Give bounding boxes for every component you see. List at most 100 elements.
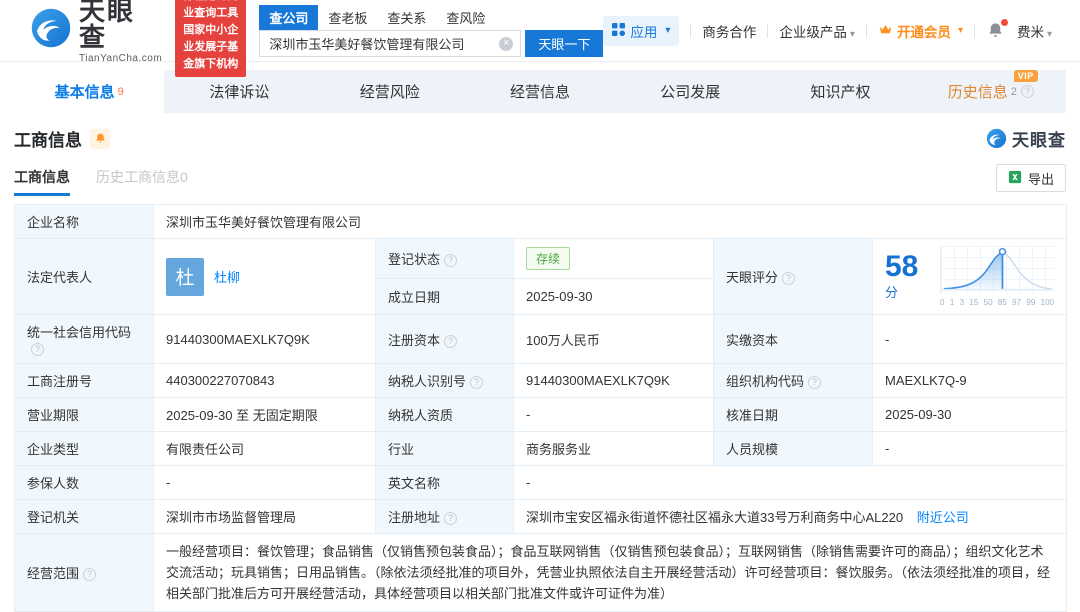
english-name-value: - (512, 465, 1068, 501)
taxpayer-id-value: 91440300MAEXLK7Q9K (513, 363, 714, 399)
nav-divider (690, 23, 692, 38)
user-menu[interactable]: 费米 (1017, 21, 1052, 41)
export-button[interactable]: 导出 (995, 164, 1066, 192)
insured-count-value: - (153, 465, 376, 501)
legal-rep-cell: 杜 杜柳 (153, 238, 376, 315)
paid-capital-label: 实缴资本 (713, 313, 873, 365)
establish-date-label: 成立日期 (375, 278, 514, 315)
table-row: 法定代表人 杜 杜柳 登记状态 存续 天眼评分 58 分 (14, 237, 1068, 315)
top-header: 天眼查 TianYanCha.com 都在用的商业查询工具 国家中小企业发展子基… (0, 0, 1080, 78)
open-vip-menu[interactable]: 开通会员 (878, 21, 963, 41)
establish-date-value: 2025-09-30 (513, 278, 714, 315)
tab-history-info[interactable]: 历史信息 VIP 2 (916, 70, 1066, 113)
clear-search-icon[interactable] (499, 36, 514, 51)
company-type-label: 企业类型 (14, 431, 154, 467)
tab-legal-litigation[interactable]: 法律诉讼 (164, 70, 314, 113)
crown-icon (878, 22, 893, 40)
legal-rep-link[interactable]: 杜柳 (214, 267, 240, 286)
help-icon[interactable] (31, 343, 44, 357)
subtab-history-registration[interactable]: 历史工商信息0 (96, 167, 188, 196)
reg-authority-label: 登记机关 (14, 499, 154, 535)
business-term-label: 营业期限 (14, 397, 154, 433)
notification-bell-icon[interactable] (986, 18, 1008, 41)
status-badge: 存续 (526, 247, 571, 271)
company-name-value: 深圳市玉华美好餐饮管理有限公司 (152, 204, 1068, 239)
search-tab-boss[interactable]: 查老板 (318, 5, 377, 30)
table-row: 企业名称 深圳市玉华美好餐饮管理有限公司 (14, 204, 1068, 239)
search-button[interactable]: 天眼一下 (525, 29, 604, 57)
table-row: 工商注册号 440300227070843 纳税人识别号 91440300MAE… (14, 363, 1068, 399)
company-type-value: 有限责任公司 (153, 431, 376, 467)
tab-basic-info[interactable]: 基本信息 9 (14, 70, 165, 113)
help-icon[interactable] (444, 512, 458, 526)
nearby-companies-link[interactable]: 附近公司 (917, 510, 969, 525)
apps-grid-icon (612, 22, 626, 39)
tab-business-info[interactable]: 经营信息 (465, 70, 615, 113)
english-name-label: 英文名称 (375, 465, 514, 501)
help-icon[interactable] (1020, 85, 1034, 98)
company-tab-bar: 基本信息 9 法律诉讼 经营风险 经营信息 公司发展 知识产权 历史信息 VIP … (14, 70, 1066, 113)
business-scope-label: 经营范围 (14, 533, 154, 612)
reg-status-value: 存续 (513, 237, 714, 280)
credit-code-label: 统一社会信用代码 (14, 313, 154, 365)
logo-text: 天眼查 (79, 0, 136, 52)
taxpayer-quality-label: 纳税人资质 (375, 397, 514, 433)
reg-address-value: 深圳市宝安区福永街道怀德社区福永大道33号万利商务中心AL220 (526, 510, 904, 526)
staff-size-label: 人员规模 (713, 431, 873, 467)
tab-count: 9 (117, 85, 124, 98)
industry-label: 行业 (375, 431, 514, 467)
reg-capital-label: 注册资本 (375, 313, 514, 365)
legal-rep-avatar[interactable]: 杜 (166, 257, 204, 296)
username: 费米 (1016, 24, 1044, 40)
org-code-label: 组织机构代码 (713, 363, 873, 399)
business-scope-value: 一般经营项目：餐饮管理；食品销售（仅销售预包装食品）；食品互联网销售（仅销售预包… (152, 533, 1068, 612)
logo-domain: TianYanCha.com (79, 52, 163, 64)
tianyancha-logo-icon (30, 7, 72, 54)
staff-size-value: - (871, 431, 1068, 467)
help-icon[interactable] (782, 272, 796, 286)
help-icon[interactable] (808, 376, 822, 390)
help-icon[interactable] (83, 568, 97, 582)
taxpayer-id-label: 纳税人识别号 (375, 363, 514, 399)
help-icon[interactable] (444, 254, 458, 268)
score-unit: 分 (885, 285, 899, 300)
tab-operating-risk[interactable]: 经营风险 (315, 70, 465, 113)
tab-company-development[interactable]: 公司发展 (615, 70, 765, 113)
vip-label: 开通会员 (896, 24, 951, 40)
company-name-label: 企业名称 (14, 204, 154, 239)
search-tab-company[interactable]: 查公司 (259, 4, 319, 30)
table-row: 统一社会信用代码 91440300MAEXLK7Q9K 注册资本 100万人民币… (14, 313, 1068, 365)
score-value: 58 (885, 250, 919, 283)
table-row: 经营范围 一般经营项目：餐饮管理；食品销售（仅销售预包装食品）；食品互联网销售（… (14, 533, 1068, 612)
nav-business-cooperation[interactable]: 商务合作 (702, 21, 756, 41)
score-axis: 01 3 15 50 85 97 99 100 (940, 298, 1055, 307)
nav-divider (767, 23, 769, 38)
basic-info-panel: 工商信息 天眼查 工商信息 历史工商信息0 导出 企业名称 深圳市玉华美好餐饮管… (14, 113, 1068, 612)
search-tab-risk[interactable]: 查风险 (436, 5, 495, 30)
industry-value: 商务服务业 (513, 431, 714, 467)
nav-divider (973, 23, 975, 38)
business-term-value: 2025-09-30 至 无固定期限 (153, 397, 376, 433)
table-row: 企业类型 有限责任公司 行业 商务服务业 人员规模 - (14, 431, 1068, 467)
help-icon[interactable] (470, 376, 484, 390)
watermark-logo: 天眼查 (986, 126, 1066, 151)
approval-date-value: 2025-09-30 (871, 397, 1068, 433)
nav-enterprise-products[interactable]: 企业级产品 (779, 21, 855, 41)
org-code-value: MAEXLK7Q-9 (871, 363, 1068, 399)
search-input[interactable] (259, 29, 522, 57)
search-area: 查公司 查老板 查关系 查风险 天眼一下 (259, 4, 604, 57)
subtab-business-registration[interactable]: 工商信息 (14, 167, 70, 196)
tianyancha-logo[interactable]: 天眼查 TianYanCha.com (30, 0, 162, 64)
apps-menu[interactable]: 应用 (603, 15, 680, 46)
score-cell[interactable]: 58 分 0 1 3 15 50 85 97 99 100 (871, 238, 1068, 315)
tab-intellectual-property[interactable]: 知识产权 (765, 70, 915, 113)
taxpayer-quality-value: - (513, 397, 714, 433)
reg-status-label: 登记状态 (375, 237, 514, 280)
legal-rep-label: 法定代表人 (14, 238, 154, 315)
help-icon[interactable] (444, 334, 458, 348)
score-distribution-chart: 01 3 15 50 85 97 99 100 (940, 246, 1055, 307)
reg-authority-value: 深圳市市场监督管理局 (153, 499, 376, 535)
paid-capital-value: - (871, 313, 1068, 365)
search-tab-relation[interactable]: 查关系 (377, 5, 436, 30)
monitor-bell-icon[interactable] (90, 128, 110, 149)
